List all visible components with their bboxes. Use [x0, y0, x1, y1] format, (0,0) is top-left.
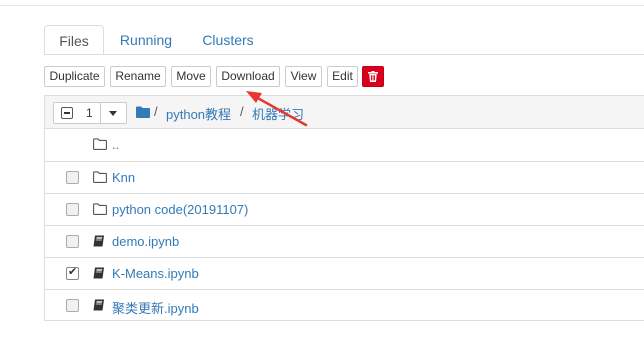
select-all-checkbox[interactable] [61, 107, 73, 119]
delete-button[interactable] [362, 66, 384, 87]
dropdown-divider [100, 103, 101, 123]
tab-running[interactable]: Running [112, 25, 180, 55]
chevron-down-icon[interactable] [109, 111, 117, 116]
edit-button[interactable]: Edit [327, 66, 358, 87]
notebook-icon [93, 267, 104, 279]
file-name[interactable]: python code(20191107) [112, 202, 248, 217]
tabs-divider [44, 54, 644, 55]
tab-running-label: Running [119, 32, 173, 48]
folder-outline-icon [93, 203, 107, 215]
trash-icon [368, 71, 378, 82]
file-name[interactable]: 聚类更新.ipynb [112, 298, 199, 317]
tab-files-label: Files [59, 33, 89, 49]
tab-clusters[interactable]: Clusters [194, 25, 262, 55]
row-checkbox[interactable] [66, 203, 79, 216]
file-list-header: 1 / python教程 / 机器学习 [45, 96, 644, 129]
download-button[interactable]: Download [216, 66, 280, 87]
folder-outline-icon [93, 171, 107, 183]
select-all-dropdown[interactable]: 1 [53, 102, 127, 124]
file-name[interactable]: .. [112, 137, 119, 152]
file-name[interactable]: K-Means.ipynb [112, 266, 199, 281]
list-item-knn[interactable]: Knn [45, 161, 644, 193]
view-button[interactable]: View [285, 66, 322, 87]
move-button[interactable]: Move [171, 66, 211, 87]
list-item-parent[interactable]: .. [45, 129, 644, 161]
breadcrumb-machine-learning[interactable]: 机器学习 [252, 104, 304, 123]
tab-files[interactable]: Files [44, 25, 104, 55]
duplicate-button[interactable]: Duplicate [44, 66, 105, 87]
row-checkbox[interactable] [66, 171, 79, 184]
folder-icon[interactable] [136, 106, 150, 118]
breadcrumb-python-tutorial[interactable]: python教程 [166, 104, 231, 123]
row-checkbox[interactable] [66, 235, 79, 248]
notebook-icon [93, 299, 104, 311]
file-name[interactable]: Knn [112, 170, 135, 185]
list-item-demo-notebook[interactable]: demo.ipynb [45, 225, 644, 257]
file-name[interactable]: demo.ipynb [112, 234, 179, 249]
breadcrumb-separator: / [154, 104, 158, 119]
folder-outline-icon [93, 138, 107, 150]
list-item-clustering-notebook[interactable]: 聚类更新.ipynb [45, 289, 644, 321]
tab-clusters-label: Clusters [202, 32, 254, 48]
notebook-icon [93, 235, 104, 247]
list-item-kmeans-notebook[interactable]: K-Means.ipynb [45, 257, 644, 289]
list-item-python-code[interactable]: python code(20191107) [45, 193, 644, 225]
selected-count: 1 [86, 106, 93, 120]
rename-button[interactable]: Rename [110, 66, 166, 87]
file-list-panel: 1 / python教程 / 机器学习 .. Knn python code(2… [44, 95, 644, 321]
top-divider [0, 5, 644, 6]
row-checkbox-checked[interactable] [66, 265, 79, 280]
breadcrumb-separator: / [240, 104, 244, 119]
row-checkbox[interactable] [66, 299, 79, 312]
